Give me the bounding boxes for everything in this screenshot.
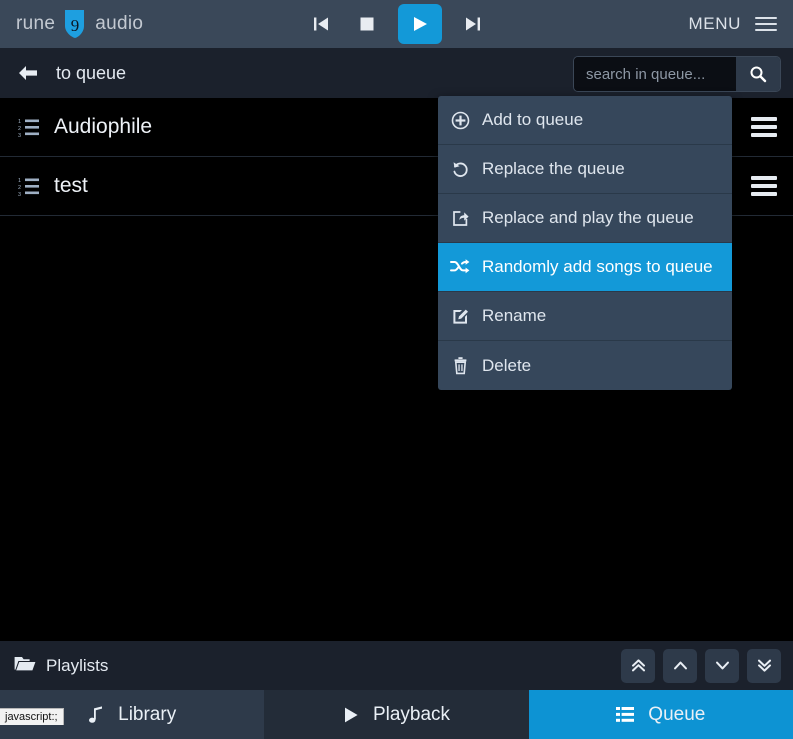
logo-text-audio: audio [95, 13, 143, 35]
scroll-up-button[interactable] [663, 649, 697, 683]
tab-queue[interactable]: Queue [529, 690, 793, 739]
top-bar: rune 9 audio [0, 0, 793, 48]
trash-icon [438, 356, 482, 375]
list-icon [616, 706, 634, 723]
runeaudio-logo-icon: 9 [62, 9, 88, 39]
folder-open-icon [14, 655, 36, 677]
stop-icon [359, 16, 375, 32]
svg-text:3: 3 [18, 133, 21, 137]
playlists-button[interactable]: Playlists [14, 655, 108, 677]
menu-item-randomly-add-songs-to-queue[interactable]: Randomly add songs to queue [438, 243, 732, 292]
runeaudio-app: rune 9 audio [0, 0, 793, 739]
playlists-label: Playlists [46, 656, 108, 676]
search-input[interactable] [574, 57, 736, 91]
page-title: to queue [56, 63, 126, 84]
menu-item-delete[interactable]: Delete [438, 341, 732, 390]
menu-item-label: Replace the queue [482, 159, 625, 179]
menu-item-label: Delete [482, 356, 531, 376]
share-square-icon [438, 209, 482, 228]
previous-track-button[interactable] [306, 9, 336, 39]
next-icon [464, 15, 482, 33]
tab-queue-label: Queue [648, 704, 705, 726]
list-item-label: test [54, 174, 88, 198]
menu-item-label: Rename [482, 306, 546, 326]
list-item-label: Audiophile [54, 115, 152, 139]
svg-text:1: 1 [18, 119, 21, 125]
scroll-down-button[interactable] [705, 649, 739, 683]
stop-button[interactable] [352, 9, 382, 39]
previous-icon [312, 15, 330, 33]
svg-text:2: 2 [18, 126, 21, 132]
search-icon [749, 65, 767, 83]
search-submit-button[interactable] [736, 57, 780, 91]
hamburger-icon [755, 17, 777, 31]
scroll-top-button[interactable] [621, 649, 655, 683]
svg-text:9: 9 [71, 16, 80, 35]
scroll-bottom-button[interactable] [747, 649, 781, 683]
shuffle-icon [438, 258, 482, 276]
chevron-down-icon [714, 657, 731, 674]
row-menu-icon[interactable] [751, 117, 777, 137]
svg-text:3: 3 [18, 192, 21, 196]
queue-search [573, 56, 781, 92]
play-icon [411, 15, 429, 33]
app-logo[interactable]: rune 9 audio [16, 9, 143, 39]
plus-circle-icon [438, 111, 482, 130]
chevron-double-down-icon [756, 657, 773, 674]
main-menu-button[interactable]: MENU [689, 0, 777, 48]
menu-item-label: Add to queue [482, 110, 583, 130]
svg-text:2: 2 [18, 185, 21, 191]
edit-pencil-icon [438, 307, 482, 326]
browser-status-text: javascript:; [0, 708, 64, 725]
tab-library-label: Library [118, 704, 176, 726]
ordered-list-icon: 1 2 3 [18, 176, 40, 196]
ordered-list-icon: 1 2 3 [18, 117, 40, 137]
menu-item-label: Randomly add songs to queue [482, 257, 713, 277]
menu-item-label: Replace and play the queue [482, 208, 694, 228]
logo-text-rune: rune [16, 13, 55, 35]
undo-arrow-icon [438, 160, 482, 179]
back-arrow-icon[interactable] [16, 61, 40, 85]
chevron-double-up-icon [630, 657, 647, 674]
main-menu-label: MENU [689, 14, 741, 34]
playlist-context-menu: Add to queue Replace the queue Replace a… [438, 96, 732, 390]
svg-text:1: 1 [18, 178, 21, 184]
bottom-tab-bar: Library Playback Queue [0, 690, 793, 739]
scroll-controls [621, 649, 781, 683]
menu-item-add-to-queue[interactable]: Add to queue [438, 96, 732, 145]
next-track-button[interactable] [458, 9, 488, 39]
menu-item-rename[interactable]: Rename [438, 292, 732, 341]
tab-playback[interactable]: Playback [264, 690, 528, 739]
footer-bar: Playlists [0, 641, 793, 690]
menu-item-replace-and-play-the-queue[interactable]: Replace and play the queue [438, 194, 732, 243]
row-menu-icon[interactable] [751, 176, 777, 196]
menu-item-replace-the-queue[interactable]: Replace the queue [438, 145, 732, 194]
music-note-icon [88, 705, 104, 724]
chevron-up-icon [672, 657, 689, 674]
tab-playback-label: Playback [373, 704, 450, 726]
play-button[interactable] [398, 4, 442, 44]
play-triangle-icon [343, 706, 359, 724]
